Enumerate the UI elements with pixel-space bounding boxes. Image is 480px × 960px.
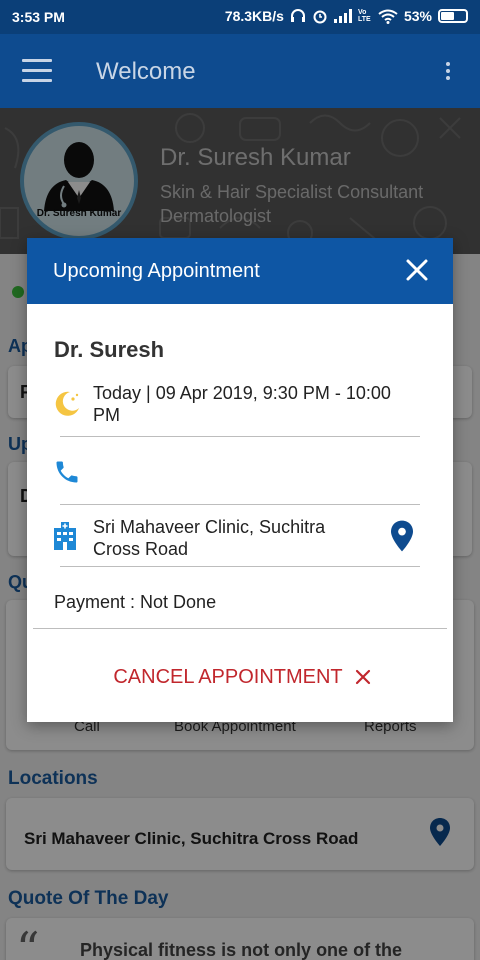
- map-pin-icon[interactable]: [391, 520, 413, 552]
- battery-percent: 53%: [403, 8, 432, 24]
- volte-icon: Vo LTE: [357, 9, 371, 23]
- signal-icon: [333, 9, 352, 23]
- appointment-datetime: Today | 09 Apr 2019, 9:30 PM - 10:00 PM: [93, 382, 391, 426]
- payment-status: Payment : Not Done: [54, 592, 217, 612]
- cancel-appointment-button[interactable]: CANCEL APPOINTMENT: [87, 662, 397, 692]
- alarm-icon: [312, 8, 328, 24]
- phone-icon[interactable]: [53, 458, 81, 486]
- status-bar: 3:53 PM 78.3KB/s Vo LTE 53%: [0, 0, 480, 34]
- app-bar: Welcome: [0, 34, 480, 108]
- divider: [60, 504, 420, 505]
- moon-icon: [55, 391, 79, 416]
- upcoming-appointment-dialog: Upcoming Appointment Dr. Suresh Today | …: [27, 238, 453, 722]
- cancel-appointment-label: CANCEL APPOINTMENT: [113, 665, 343, 688]
- divider: [60, 436, 420, 437]
- network-speed: 78.3KB/s: [224, 8, 284, 24]
- status-time: 3:53 PM: [12, 9, 65, 25]
- headset-icon: [290, 8, 306, 24]
- clinic-address-line-2: Cross Road: [93, 539, 189, 559]
- divider: [60, 566, 420, 567]
- page-title: Welcome: [96, 58, 196, 85]
- appointment-datetime-line-1: Today | 09 Apr 2019, 9:30 PM - 10:00: [93, 383, 391, 403]
- hamburger-menu-icon[interactable]: [22, 59, 52, 83]
- status-icons: 78.3KB/s Vo LTE 53%: [225, 8, 468, 24]
- close-icon: [355, 669, 370, 685]
- appointment-datetime-line-2: PM: [93, 405, 120, 425]
- hospital-icon: [54, 522, 76, 550]
- battery-icon: [438, 9, 468, 23]
- wifi-icon: [378, 9, 398, 24]
- dialog-title: Upcoming Appointment: [53, 260, 260, 282]
- appointment-doctor-name: Dr. Suresh: [54, 337, 165, 362]
- more-vert-icon[interactable]: [446, 62, 452, 83]
- dialog-header: Upcoming Appointment: [27, 238, 453, 304]
- close-icon[interactable]: [405, 258, 429, 282]
- clinic-address-line-1: Sri Mahaveer Clinic, Suchitra: [93, 517, 326, 537]
- clinic-address: Sri Mahaveer Clinic, Suchitra Cross Road: [93, 516, 325, 560]
- divider: [33, 628, 447, 629]
